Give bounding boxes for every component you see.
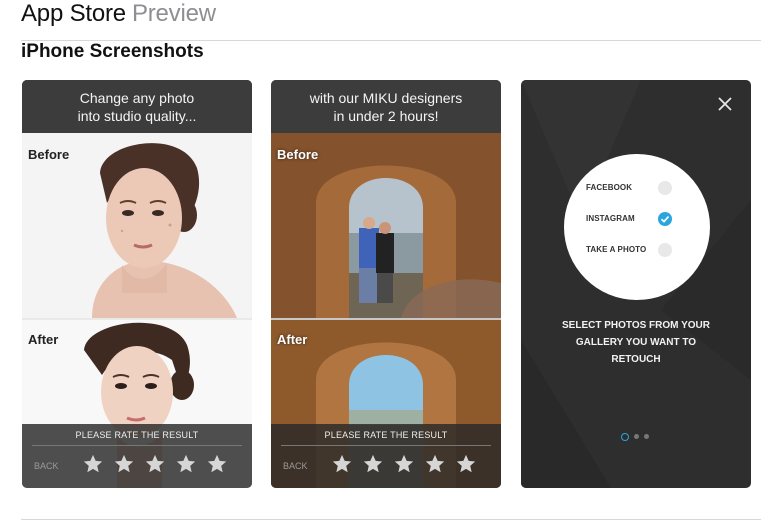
close-icon[interactable]	[715, 94, 735, 114]
back-button[interactable]: BACK	[283, 461, 308, 471]
app-store-header: App Store Preview	[21, 0, 216, 30]
message-line-2: GALLERY YOU WANT TO	[575, 337, 697, 348]
option-instagram[interactable]: INSTAGRAM	[586, 214, 635, 223]
rating-bar: PLEASE RATE THE RESULT BACK	[22, 424, 252, 488]
rating-divider	[32, 445, 242, 446]
screenshot-headline: Change any photo into studio quality...	[22, 80, 252, 133]
rate-title: PLEASE RATE THE RESULT	[324, 430, 448, 440]
source-picker: FACEBOOK INSTAGRAM TAKE A PHOTO	[564, 154, 710, 300]
screenshot-headline: with our MIKU designers in under 2 hours…	[271, 80, 501, 133]
headline-line-1: with our MIKU designers	[309, 89, 463, 106]
message-line-3: RETOUCH	[611, 354, 661, 365]
star-icon[interactable]	[455, 453, 477, 475]
after-label: After	[28, 332, 59, 347]
option-take-photo[interactable]: TAKE A PHOTO	[586, 245, 646, 254]
before-label: Before	[28, 147, 70, 162]
app-store-title: App Store	[21, 0, 126, 27]
screenshot-2[interactable]: with our MIKU designers in under 2 hours…	[271, 80, 501, 488]
star-icon[interactable]	[82, 453, 104, 475]
star-icon[interactable]	[393, 453, 415, 475]
radio-checked-icon[interactable]	[658, 212, 672, 226]
before-photo: Before	[22, 133, 252, 318]
message-line-1: SELECT PHOTOS FROM YOUR	[562, 320, 710, 331]
star-rating[interactable]	[82, 453, 228, 475]
screenshot-1[interactable]: Change any photo into studio quality... …	[22, 80, 252, 488]
rate-title: PLEASE RATE THE RESULT	[75, 430, 199, 440]
star-icon[interactable]	[206, 453, 228, 475]
rating-bar: PLEASE RATE THE RESULT BACK	[271, 424, 501, 488]
star-icon[interactable]	[144, 453, 166, 475]
headline-line-2: into studio quality...	[77, 107, 197, 124]
star-icon[interactable]	[331, 453, 353, 475]
star-icon[interactable]	[113, 453, 135, 475]
page-indicator[interactable]	[621, 433, 649, 441]
rating-divider	[281, 445, 491, 446]
after-label: After	[277, 332, 308, 347]
option-facebook[interactable]: FACEBOOK	[586, 183, 632, 192]
before-label: Before	[277, 147, 319, 162]
star-icon[interactable]	[362, 453, 384, 475]
radio-unchecked-icon[interactable]	[658, 243, 672, 257]
section-title: iPhone Screenshots	[21, 41, 204, 62]
screenshot-3[interactable]: FACEBOOK INSTAGRAM TAKE A PHOTO SELECT P…	[521, 80, 751, 488]
star-icon[interactable]	[175, 453, 197, 475]
select-message: SELECT PHOTOS FROM YOUR GALLERY YOU WANT…	[521, 317, 751, 368]
divider	[21, 519, 761, 520]
star-icon[interactable]	[424, 453, 446, 475]
preview-label: Preview	[131, 0, 216, 27]
page-dot[interactable]	[644, 434, 649, 439]
headline-line-2: in under 2 hours!	[333, 107, 439, 124]
headline-line-1: Change any photo	[79, 89, 195, 106]
before-photo: Before	[271, 133, 501, 318]
star-rating[interactable]	[331, 453, 477, 475]
back-button[interactable]: BACK	[34, 461, 59, 471]
radio-unchecked-icon[interactable]	[658, 181, 672, 195]
page-dot[interactable]	[634, 434, 639, 439]
page-dot-active[interactable]	[621, 433, 629, 441]
